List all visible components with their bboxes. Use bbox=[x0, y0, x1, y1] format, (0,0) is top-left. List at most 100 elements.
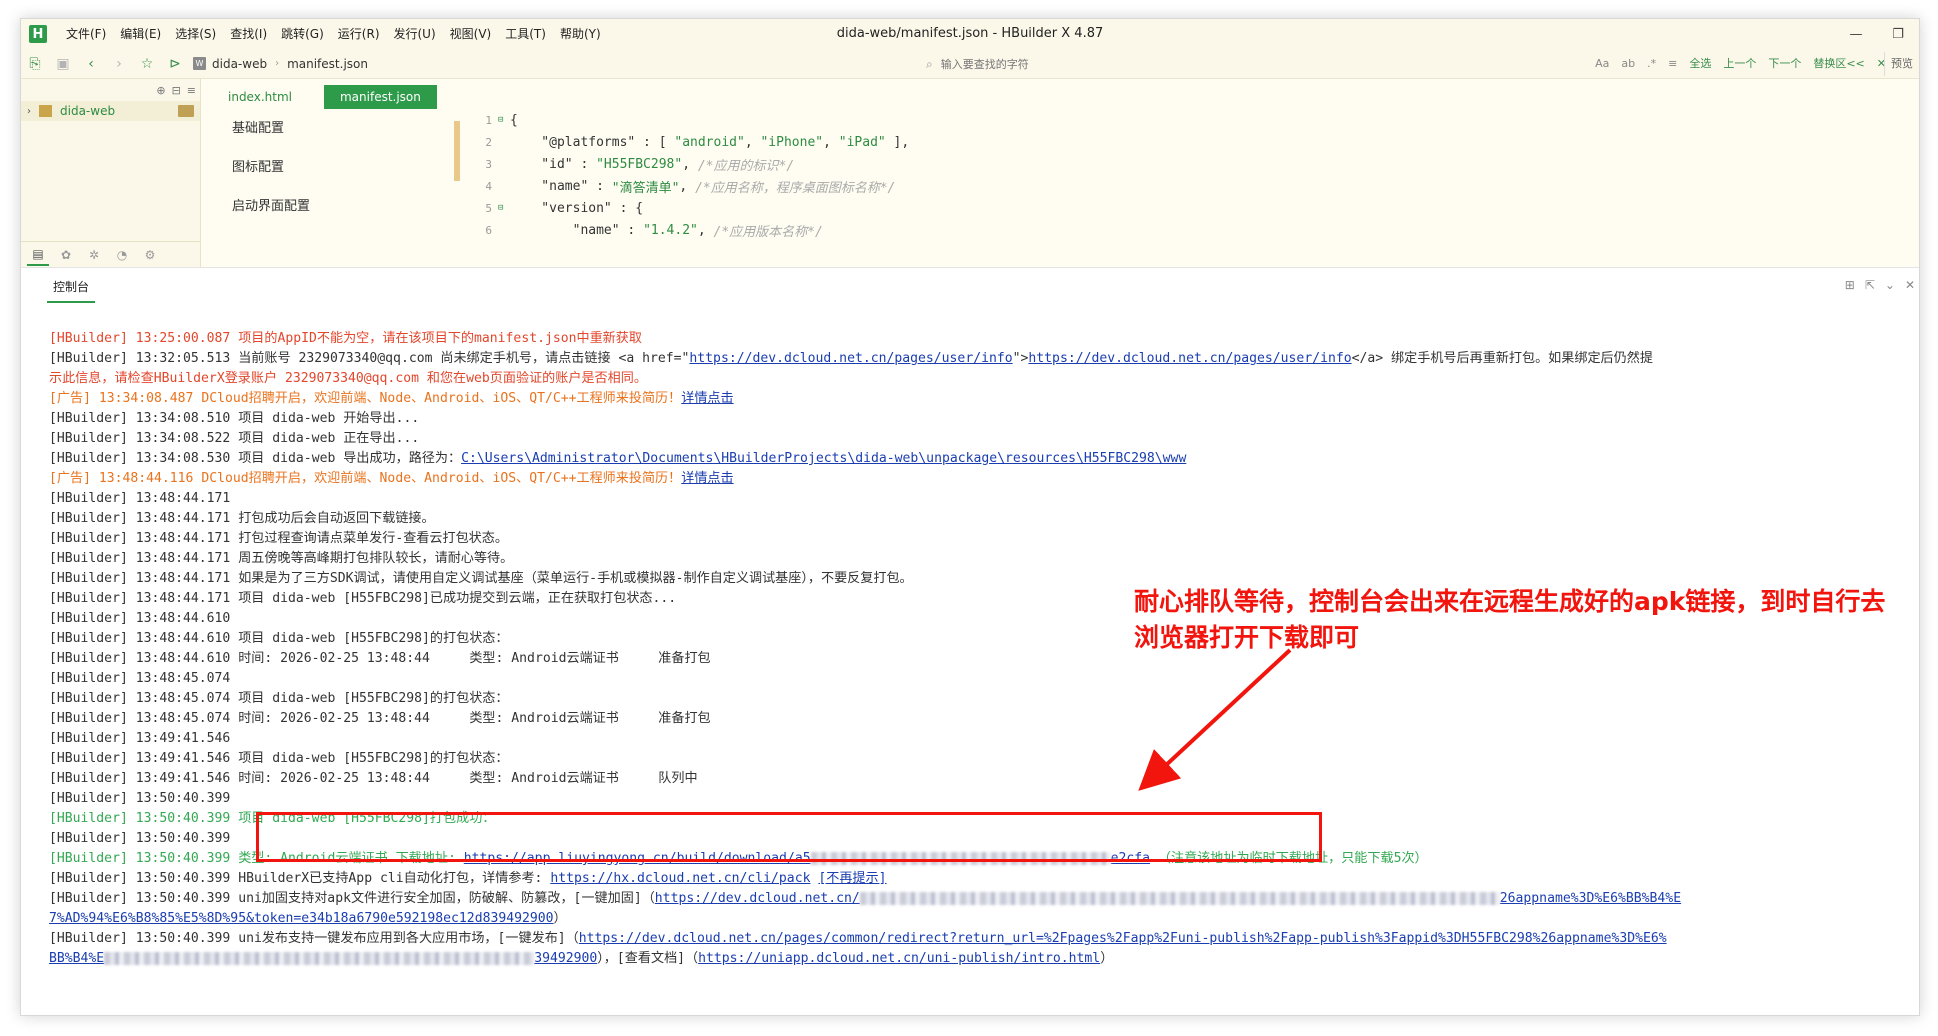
menu-item[interactable]: 工具(T) bbox=[498, 19, 553, 49]
breadcrumb-file[interactable]: manifest.json bbox=[287, 57, 368, 71]
console-link[interactable]: C:\Users\Administrator\Documents\HBuilde… bbox=[461, 451, 1186, 466]
open-log-icon[interactable]: ⇱ bbox=[1865, 278, 1875, 292]
console-text: [广告] 13:48:44.116 DCloud招聘开启，欢迎前端、Node、A… bbox=[49, 471, 682, 486]
console-text: [HBuilder] 13:48:44.610 bbox=[49, 611, 231, 626]
menu-item[interactable]: 查找(I) bbox=[223, 19, 274, 49]
menu-item[interactable]: 编辑(E) bbox=[113, 19, 168, 49]
console-link[interactable]: e2cfa bbox=[1111, 851, 1150, 866]
breadcrumb-project[interactable]: dida-web bbox=[212, 57, 267, 71]
console-text: [HBuilder] 13:48:45.074 bbox=[49, 671, 231, 686]
console-link[interactable]: 详情点击 bbox=[681, 391, 733, 406]
console-link[interactable]: https://hx.dcloud.net.cn/cli/pack bbox=[550, 871, 810, 886]
line-number: 2 bbox=[485, 135, 492, 149]
line-number: 4 bbox=[485, 179, 492, 193]
console-text: （注意该地址为临时下载地址，只能下载5次） bbox=[1150, 851, 1428, 866]
find-tool-button[interactable]: ≡ bbox=[1663, 49, 1682, 79]
menu-item[interactable]: 跳转(G) bbox=[274, 19, 331, 49]
console-line: [HBuilder] 13:25:00.087 项目的AppID不能为空，请在该… bbox=[49, 329, 1919, 349]
console-line: [HBuilder] 13:49:41.546 项目 dida-web [H55… bbox=[49, 749, 1919, 769]
console-link[interactable]: BB%B4%E bbox=[49, 951, 104, 966]
minimize-button[interactable]: — bbox=[1835, 19, 1877, 49]
menu-icon[interactable]: ≡ bbox=[187, 84, 196, 97]
collapse-icon[interactable]: ⊟ bbox=[172, 84, 181, 97]
code-token: /*应用名称，程序桌面图标名称*/ bbox=[695, 180, 896, 196]
add-icon[interactable]: ⊕ bbox=[156, 84, 165, 97]
extensions-icon[interactable]: ⚙ bbox=[139, 244, 161, 266]
console-link[interactable]: https://dev.dcloud.net.cn/ bbox=[655, 891, 860, 906]
find-tool-button[interactable]: 替换区<< bbox=[1808, 49, 1869, 79]
search-input[interactable] bbox=[940, 57, 1461, 71]
chevron-right-icon: › bbox=[275, 58, 280, 69]
close-icon[interactable]: ✕ bbox=[1905, 278, 1915, 292]
code-line: 3 "id" : "H55FBC298", /*应用的标识*/ bbox=[468, 153, 1919, 175]
console-link[interactable]: https://dev.dcloud.net.cn/pages/user/inf… bbox=[1028, 351, 1351, 366]
find-tool-button[interactable]: .* bbox=[1642, 49, 1661, 79]
console-link[interactable]: https://dev.dcloud.net.cn/pages/common/r… bbox=[579, 931, 1667, 946]
console-link[interactable]: 26appname%3D%E6%BB%B4%E bbox=[1500, 891, 1681, 906]
debug-icon[interactable]: ✲ bbox=[83, 244, 105, 266]
fold-icon[interactable]: ⊟ bbox=[498, 203, 508, 213]
clear-console-icon[interactable]: ⊞ bbox=[1845, 278, 1855, 292]
preview-button[interactable]: 预览 bbox=[1884, 52, 1919, 76]
config-nav-item[interactable]: 图标配置 bbox=[202, 148, 412, 187]
menu-item[interactable]: 文件(F) bbox=[59, 19, 113, 49]
console-text: [HBuilder] 13:50:40.399 类型: Android云端证书 … bbox=[49, 851, 464, 866]
annotation-text: 耐心排队等待，控制台会出来在远程生成好的apk链接，到时自行去浏览器打开下载即可 bbox=[1134, 587, 1886, 652]
editor-tab[interactable]: manifest.json bbox=[323, 85, 437, 109]
folder-icon[interactable] bbox=[178, 105, 194, 117]
plugin-icon[interactable]: ✿ bbox=[55, 244, 77, 266]
find-tool-button[interactable]: 上一个 bbox=[1718, 49, 1761, 79]
new-file-icon[interactable]: ⎘ bbox=[21, 51, 49, 77]
console-text: [HBuilder] 13:49:41.546 bbox=[49, 731, 231, 746]
fold-icon[interactable]: ⊟ bbox=[498, 115, 508, 125]
tab-console[interactable]: 控制台 bbox=[47, 278, 96, 303]
config-scrollbar[interactable] bbox=[454, 121, 460, 181]
code-token: "name" : bbox=[510, 222, 644, 238]
console-link[interactable]: https://uniapp.dcloud.net.cn/uni-publish… bbox=[698, 951, 1100, 966]
find-tool-button[interactable]: ab bbox=[1616, 49, 1640, 79]
config-nav-item[interactable]: 启动界面配置 bbox=[202, 187, 412, 226]
save-icon[interactable]: ▣ bbox=[49, 51, 77, 77]
editor-tab[interactable]: index.html bbox=[212, 85, 308, 109]
hbuilder-logo-icon: H bbox=[29, 25, 47, 43]
star-icon[interactable]: ☆ bbox=[133, 51, 161, 77]
find-tools: Aa ab .* ≡ 全选 上一个 下一个 替换区<< ✕ bbox=[1590, 49, 1891, 79]
run-icon[interactable]: ⊳ bbox=[161, 51, 189, 77]
chevron-down-icon[interactable]: ⌄ bbox=[1885, 278, 1895, 292]
window-controls: — ❐ bbox=[1835, 19, 1919, 49]
menu-item[interactable]: 视图(V) bbox=[443, 19, 499, 49]
find-tool-button[interactable]: 全选 bbox=[1684, 49, 1716, 79]
menu-item[interactable]: 运行(R) bbox=[331, 19, 387, 49]
console-link[interactable]: 39492900 bbox=[534, 951, 597, 966]
find-tool-button[interactable]: 下一个 bbox=[1763, 49, 1806, 79]
code-line: 4 "name" : "滴答清单", /*应用名称，程序桌面图标名称*/ bbox=[468, 175, 1919, 197]
config-nav-item[interactable]: 基础配置 bbox=[202, 109, 412, 148]
project-tree-item[interactable]: › dida-web bbox=[21, 101, 200, 121]
editor-tabs: index.html manifest.json bbox=[202, 79, 1919, 109]
chevron-right-icon[interactable]: › bbox=[27, 106, 39, 117]
console-text: [HBuilder] 13:32:05.513 bbox=[49, 351, 239, 366]
console-line: [HBuilder] 13:48:44.171 打包成功后会自动返回下载链接。 bbox=[49, 509, 1919, 529]
console-text: [HBuilder] 13:48:45.074 项目 dida-web [H55… bbox=[49, 691, 509, 706]
console-link[interactable]: https://dev.dcloud.net.cn/pages/user/inf… bbox=[689, 351, 1012, 366]
search-panel-icon[interactable]: ◔ bbox=[111, 244, 133, 266]
menu-item[interactable]: 选择(S) bbox=[168, 19, 223, 49]
back-arrow-icon[interactable]: ‹ bbox=[77, 51, 105, 77]
console-link[interactable]: [不再提示] bbox=[818, 871, 886, 886]
forward-arrow-icon[interactable]: › bbox=[105, 51, 133, 77]
console-line: [HBuilder] 13:48:45.074 bbox=[49, 669, 1919, 689]
console-link[interactable]: 详情点击 bbox=[681, 471, 733, 486]
console-text: [HBuilder] 13:34:08.510 项目 dida-web 开始导出… bbox=[49, 411, 420, 426]
console-output[interactable]: [HBuilder] 13:25:00.087 项目的AppID不能为空，请在该… bbox=[21, 303, 1919, 1015]
files-icon[interactable]: ▤ bbox=[27, 244, 49, 266]
code-token: "滴答清单" bbox=[611, 180, 680, 196]
restore-button[interactable]: ❐ bbox=[1877, 19, 1919, 49]
menu-item[interactable]: 发行(U) bbox=[387, 19, 443, 49]
code-editor[interactable]: 1 ⊟{2 "@platforms" : [ "android", "iPhone… bbox=[468, 109, 1919, 267]
console-link[interactable]: https://app.liuyingyong.cn/build/downloa… bbox=[464, 851, 811, 866]
console-link[interactable]: 7%AD%94%E6%B8%85%E5%8D%95&token=e34b18a6… bbox=[49, 911, 554, 926]
find-tool-button[interactable]: Aa bbox=[1590, 49, 1614, 79]
code-line: 5 ⊟ "version" : { bbox=[468, 197, 1919, 219]
menu-item[interactable]: 帮助(Y) bbox=[553, 19, 608, 49]
web-project-icon bbox=[39, 105, 52, 117]
